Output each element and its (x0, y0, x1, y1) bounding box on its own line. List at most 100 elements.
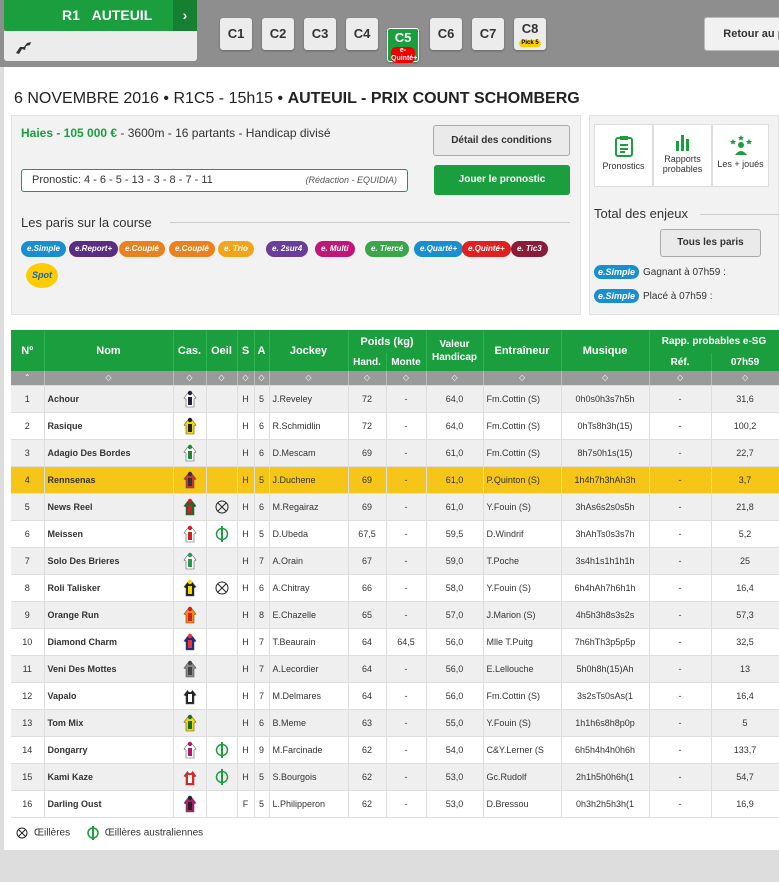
cell-jockey: A.Chitray (269, 574, 349, 602)
cell-nom[interactable]: News Reel (44, 493, 174, 521)
table-row[interactable]: 5 News Reel H 6 M.Regairaz 69-61,0 Y.Fouin (S)… (11, 493, 779, 521)
pronostics-button[interactable]: Pronostics (594, 124, 653, 187)
cell-nom[interactable]: Tom Mix (44, 709, 174, 737)
bet-type-badge[interactable]: e.Report+ (69, 241, 119, 257)
sort-toggle[interactable]: ◇ (206, 371, 238, 386)
bet-type-badge[interactable]: e.Quinté+ (462, 241, 511, 257)
oeil-cell (206, 439, 238, 467)
col-casaque: Cas. (173, 330, 207, 371)
cell-hand: 62 (348, 763, 387, 791)
plus-joues-button[interactable]: Les + joués (712, 124, 769, 187)
table-row[interactable]: 13 Tom Mix H 6 B.Meme 63-55,0 Y.Fouin (S) 1h1h6… (11, 709, 779, 737)
table-row[interactable]: 7 Solo Des Brieres H 7 A.Orain 67-59,0 T.Poche… (11, 547, 779, 575)
bet-type-badge[interactable]: e.Couplé (169, 241, 215, 257)
sort-toggle[interactable]: ◇ (269, 371, 349, 386)
sort-toggle[interactable]: ◇ (561, 371, 650, 386)
sort-toggle[interactable]: ◇ (237, 371, 255, 386)
cell-nom[interactable]: Diamond Charm (44, 628, 174, 656)
table-row[interactable]: 3 Adagio Des Bordes H 6 D.Mescam 69-61,0 Fm.Co… (11, 439, 779, 467)
cell-val: 56,0 (426, 628, 484, 656)
col-age: A (254, 330, 270, 371)
table-row[interactable]: 6 Meissen H 5 D.Ubeda 67,5-59,5 D.Windrif 3hAhT… (11, 520, 779, 548)
cell-jockey: S.Bourgois (269, 763, 349, 791)
sort-toggle[interactable]: ◇ (348, 371, 387, 386)
bet-type-badge[interactable]: e.Simple (21, 241, 66, 257)
tab-c5[interactable]: C5 e-Quinté+ (387, 28, 419, 63)
table-row[interactable]: 1 Achour H 5 J.Reveley 72-64,0 Fm.Cottin (S) 0h… (11, 385, 779, 413)
cell-ent: Fm.Cottin (S) (483, 439, 562, 467)
cell-nom[interactable]: Vapalo (44, 682, 174, 710)
sort-toggle[interactable]: ◇ (649, 371, 712, 386)
table-row[interactable]: 9 Orange Run H 8 E.Chazelle 65-57,0 J.Marion (… (11, 601, 779, 629)
sort-toggle[interactable]: ◇ (483, 371, 562, 386)
cell-nom[interactable]: Adagio Des Bordes (44, 439, 174, 467)
bet-type-badge[interactable]: e. Trio (218, 241, 254, 257)
table-row[interactable]: 16 Darling Oust F 5 L.Philipperon 62-53,0 D.Br… (11, 790, 779, 818)
bet-type-badge[interactable]: e.Couplé (119, 241, 165, 257)
sort-toggle[interactable]: ◇ (386, 371, 427, 386)
oeil-cell (206, 520, 238, 548)
detail-conditions-button[interactable]: Détail des conditions (433, 125, 570, 156)
table-row[interactable]: 12 Vapalo H 7 M.Delmares 64-56,0 Fm.Cottin (S)… (11, 682, 779, 710)
cell-nom[interactable]: Rasique (44, 412, 174, 440)
chevron-right-icon[interactable]: › (173, 0, 197, 31)
jouer-pronostic-button[interactable]: Jouer le pronostic (434, 165, 570, 195)
cell-cote: 16,9 (711, 790, 779, 818)
cell-nom[interactable]: Solo Des Brieres (44, 547, 174, 575)
cell-nom[interactable]: Rennsenas (44, 466, 174, 494)
rapports-button[interactable]: Rapports probables (653, 124, 712, 187)
bet-type-badge[interactable]: e. Tic3 (511, 241, 548, 257)
cell-nom[interactable]: Veni Des Mottes (44, 655, 174, 683)
table-row[interactable]: 2 Rasique H 6 R.Schmidlin 72-64,0 Fm.Cottin (S… (11, 412, 779, 440)
table-row[interactable]: 10 Diamond Charm H 7 T.Beaurain 64 64,5 56,0 Mll… (11, 628, 779, 656)
cell-nom[interactable]: Darling Oust (44, 790, 174, 818)
cell-hand: 64 (348, 655, 387, 683)
casaque-cell (173, 736, 207, 764)
cell-nom[interactable]: Roli Talisker (44, 574, 174, 602)
paris-title: Les paris sur la course (21, 215, 152, 230)
cell-n: 7 (11, 547, 45, 575)
tab-c8[interactable]: C8 Pick 5 (514, 18, 546, 50)
tous-les-paris-button[interactable]: Tous les paris (660, 229, 761, 257)
tab-c6[interactable]: C6 (430, 18, 462, 50)
retour-button[interactable]: Retour au pr (704, 17, 779, 51)
sort-toggle[interactable]: ◇ (173, 371, 207, 386)
col-hand: Hand. (348, 353, 387, 371)
cell-nom[interactable]: Orange Run (44, 601, 174, 629)
cell-cote: 3,7 (711, 466, 779, 494)
table-row[interactable]: 11 Veni Des Mottes H 7 A.Lecordier 64-56,0 E.L… (11, 655, 779, 683)
table-row[interactable]: 15 Kami Kaze H 5 S.Bourgois 62-53,0 Gc.Rudolf 2… (11, 763, 779, 791)
bet-type-badge[interactable]: e. Multi (315, 241, 355, 257)
cell-a: 5 (254, 385, 270, 413)
cell-nom[interactable]: Meissen (44, 520, 174, 548)
tab-c1[interactable]: C1 (220, 18, 252, 50)
cell-monte: - (386, 466, 427, 494)
reunion-selector[interactable]: R1 AUTEUIL › (4, 0, 197, 31)
table-row[interactable]: 14 Dongarry H 9 M.Farcinade 62-54,0 C&Y.Lerner… (11, 736, 779, 764)
divider (170, 222, 570, 223)
cell-nom[interactable]: Dongarry (44, 736, 174, 764)
spot-logo[interactable]: Spot (26, 263, 58, 288)
bet-type-badge[interactable]: e. 2sur4 (266, 241, 309, 257)
cell-nom[interactable]: Achour (44, 385, 174, 413)
bet-type-badge[interactable]: e. Tiercé (365, 241, 410, 257)
cell-monte: - (386, 682, 427, 710)
tab-c3[interactable]: C3 (304, 18, 336, 50)
tab-c7[interactable]: C7 (472, 18, 504, 50)
cell-a: 5 (254, 790, 270, 818)
sort-toggle[interactable]: ◇ (254, 371, 270, 386)
table-row[interactable]: 4 Rennsenas H 5 J.Duchene 69-61,0 P.Quinton (S… (11, 466, 779, 494)
sort-toggle[interactable]: ◇ (44, 371, 174, 386)
table-row[interactable]: 8 Roli Talisker H 6 A.Chitray 66-58,0 Y.Fouin … (11, 574, 779, 602)
oeil-cell (206, 493, 238, 521)
sort-toggle[interactable]: ⌃ (11, 371, 45, 386)
sort-toggle[interactable]: ◇ (711, 371, 779, 386)
tab-c4[interactable]: C4 (346, 18, 378, 50)
tab-label: C2 (269, 26, 287, 41)
tab-c2[interactable]: C2 (262, 18, 294, 50)
cell-nom[interactable]: Kami Kaze (44, 763, 174, 791)
casaque-cell (173, 763, 207, 791)
bet-type-badge[interactable]: e.Quarté+ (414, 241, 464, 257)
sort-toggle[interactable]: ◇ (426, 371, 484, 386)
cell-s: H (237, 736, 255, 764)
